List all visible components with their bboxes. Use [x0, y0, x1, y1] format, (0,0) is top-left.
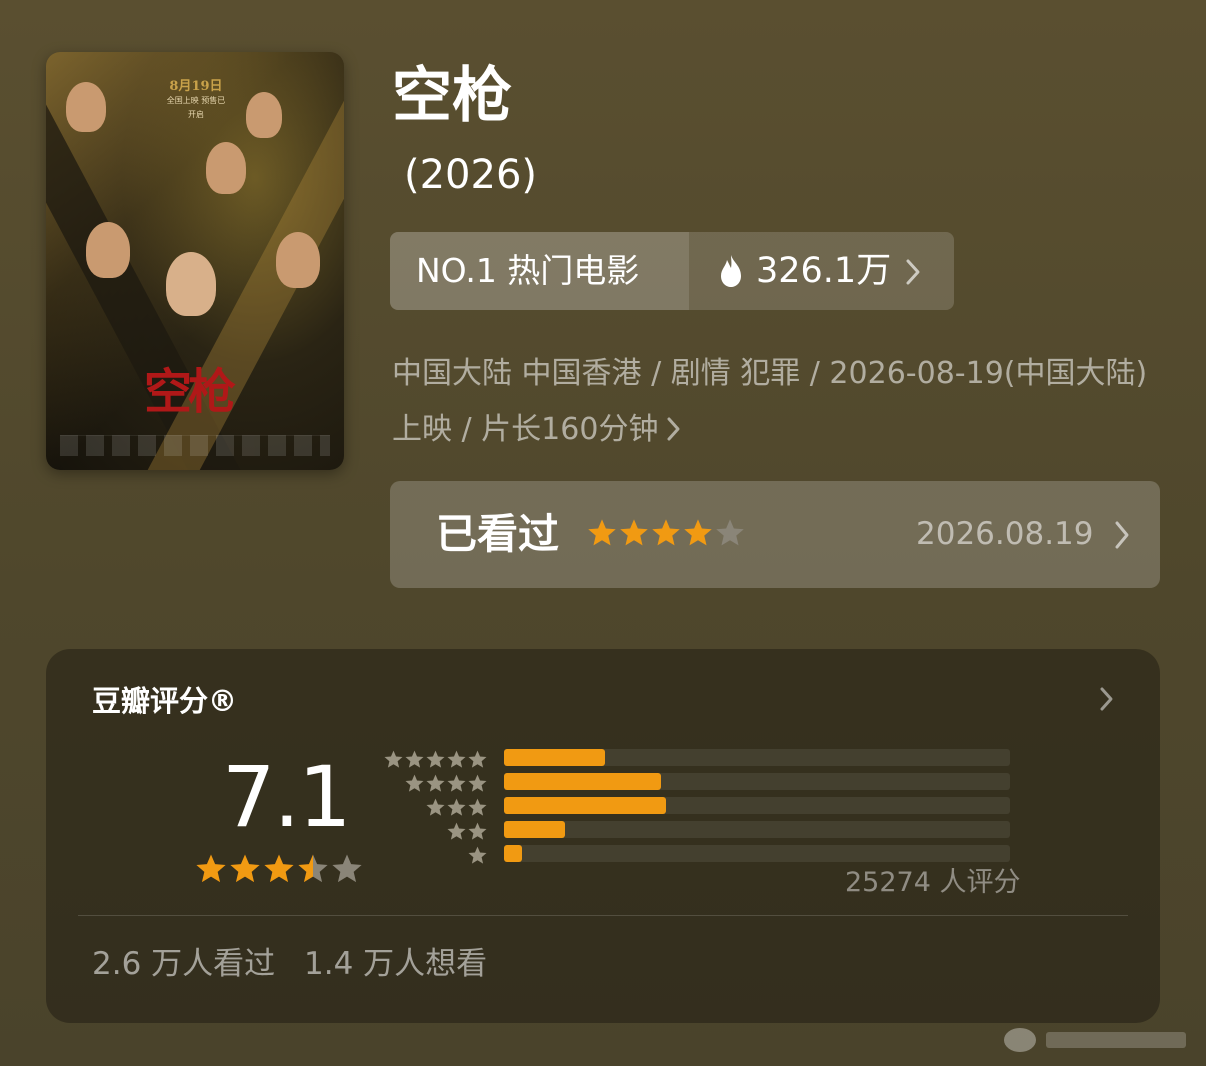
- star-half-icon: [298, 854, 328, 883]
- poster-credits: [60, 435, 330, 456]
- heat-value: 326.1万: [756, 251, 892, 291]
- star-gray-icon: [447, 822, 466, 840]
- star-gray-icon: [468, 822, 487, 840]
- watched-date: 2026.08.19: [916, 516, 1094, 552]
- divider: [78, 915, 1128, 916]
- poster-figure: [206, 142, 246, 194]
- movie-meta-text: 中国大陆 中国香港 / 剧情 犯罪 / 2026-08-19(中国大陆) 上映 …: [392, 356, 1148, 447]
- distribution-bar-track: [504, 821, 1010, 838]
- distribution-row: [384, 845, 488, 864]
- distribution-bar-fill: [504, 845, 522, 862]
- star-gray-icon: [426, 798, 445, 816]
- star-gray-icon: [405, 774, 424, 792]
- distribution-row-stars: [404, 773, 488, 794]
- star-gray-icon: [468, 846, 487, 864]
- watched-status-bar[interactable]: 已看过 2026.08.19: [390, 481, 1160, 588]
- star-filled-icon: [588, 519, 616, 546]
- movie-title: 空枪: [392, 61, 512, 131]
- movie-meta[interactable]: 中国大陆 中国香港 / 剧情 犯罪 / 2026-08-19(中国大陆) 上映 …: [392, 346, 1152, 458]
- distribution-bar-track: [504, 845, 1010, 862]
- fire-icon: [721, 255, 741, 287]
- my-rating-stars: [586, 517, 746, 551]
- star-gray-icon: [447, 750, 466, 768]
- watched-label: 已看过: [436, 510, 559, 558]
- star-gray-icon: [447, 774, 466, 792]
- star-filled-icon: [652, 519, 680, 546]
- star-gray-icon: [384, 750, 403, 768]
- movie-poster[interactable]: 8月19日 全国上映 预售已开启 空枪: [46, 52, 344, 470]
- distribution-bar-track: [504, 749, 1010, 766]
- distribution-row: [384, 749, 488, 768]
- distribution-row: [384, 773, 488, 792]
- star-gray-icon: [447, 798, 466, 816]
- rating-score: 7.1: [222, 748, 352, 846]
- distribution-bar-fill: [504, 773, 661, 790]
- poster-figure: [246, 92, 282, 138]
- watched-count: 2.6 万人看过: [92, 946, 276, 982]
- star-filled-icon: [684, 519, 712, 546]
- distribution-bar-fill: [504, 821, 565, 838]
- want-count: 1.4 万人想看: [304, 946, 488, 982]
- star-empty-icon: [332, 854, 362, 883]
- poster-figure: [66, 82, 106, 132]
- movie-year: (2026): [404, 152, 538, 198]
- poster-figure: [86, 222, 130, 278]
- distribution-bar-track: [504, 797, 1010, 814]
- distribution-row: [384, 821, 488, 840]
- star-gray-icon: [468, 750, 487, 768]
- rank-label: NO.1 热门电影: [416, 251, 640, 290]
- poster-figure: [276, 232, 320, 288]
- star-filled-icon: [230, 854, 260, 883]
- rating-heading: 豆瓣评分®: [92, 684, 238, 718]
- chevron-right-icon: [906, 259, 920, 285]
- poster-title: 空枪: [144, 364, 236, 420]
- star-filled-icon: [196, 854, 226, 883]
- distribution-row-stars: [446, 821, 488, 842]
- distribution-row-stars: [383, 749, 488, 770]
- distribution-row-stars: [467, 845, 488, 866]
- chevron-right-icon[interactable]: [1098, 685, 1116, 713]
- star-gray-icon: [468, 774, 487, 792]
- poster-figure: [166, 252, 216, 316]
- star-gray-icon: [426, 750, 445, 768]
- distribution-bar-fill: [504, 797, 666, 814]
- star-filled-icon: [620, 519, 648, 546]
- douban-rating-card[interactable]: 豆瓣评分® 7.1 25274 人评分 2.6 万人看过 1.4 万人想看: [46, 649, 1160, 1023]
- chevron-right-icon: [667, 417, 680, 441]
- poster-date: 8月19日 全国上映 预售已开启: [166, 79, 226, 120]
- distribution-bar-fill: [504, 749, 605, 766]
- watermark-logo: [1004, 1028, 1186, 1052]
- distribution-row-stars: [425, 797, 488, 818]
- star-filled-icon: [264, 854, 294, 883]
- star-empty-icon: [716, 519, 744, 546]
- distribution-row: [384, 797, 488, 816]
- rank-heat-bar[interactable]: NO.1 热门电影 326.1万: [390, 232, 954, 310]
- star-gray-icon: [426, 774, 445, 792]
- rating-stars: [194, 852, 364, 886]
- distribution-bar-track: [504, 773, 1010, 790]
- rating-count: 25274 人评分: [845, 867, 1021, 898]
- star-gray-icon: [468, 798, 487, 816]
- star-gray-icon: [405, 750, 424, 768]
- chevron-right-icon: [1115, 521, 1129, 549]
